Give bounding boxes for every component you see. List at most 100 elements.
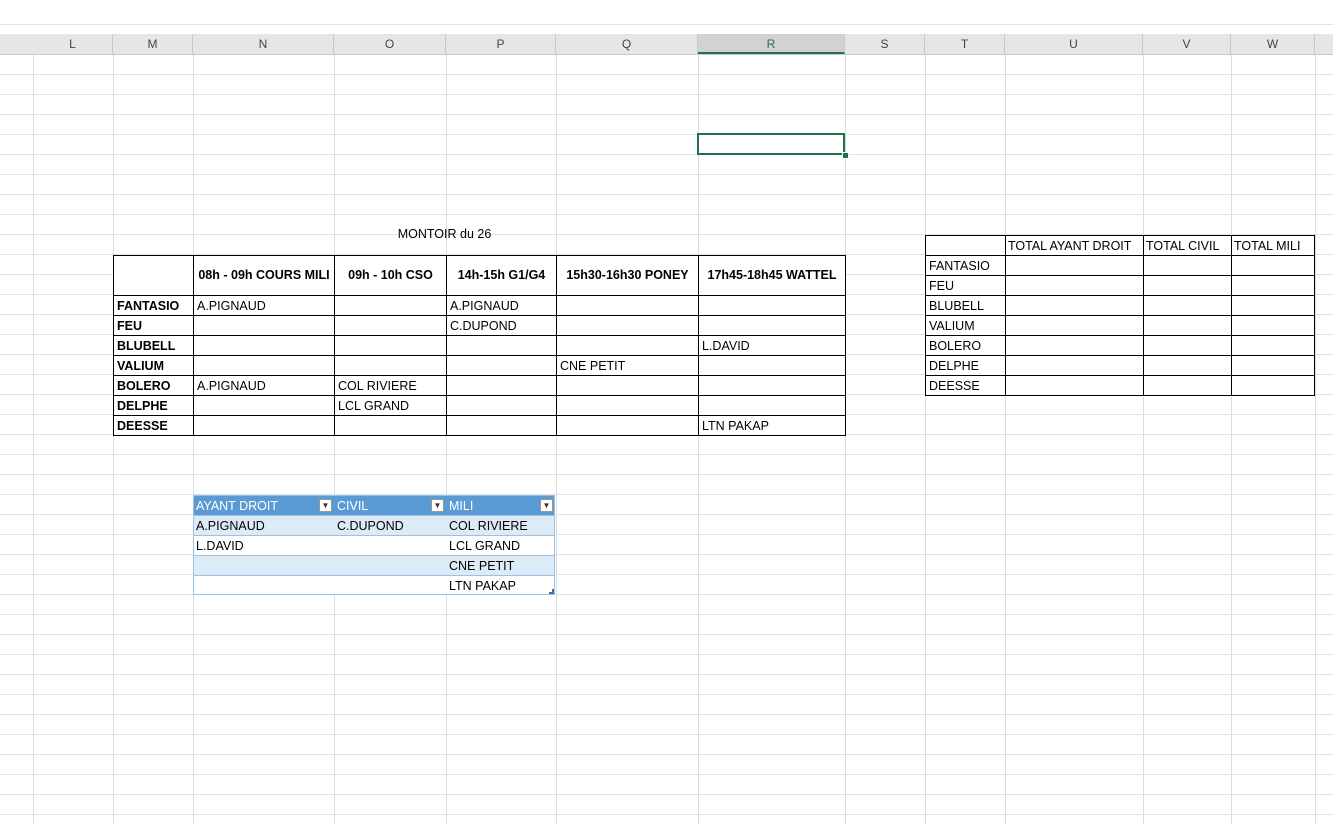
planning-corner-cell[interactable]	[113, 255, 194, 296]
category-table-header[interactable]: AYANT DROIT ▼	[193, 495, 334, 515]
filter-dropdown-icon[interactable]: ▼	[319, 499, 332, 512]
category-table-cell[interactable]: COL RIVIERE	[446, 515, 555, 535]
column-header-v[interactable]: V	[1143, 34, 1231, 54]
planning-cell[interactable]	[193, 355, 335, 376]
planning-header-cell[interactable]: 14h-15h G1/G4	[446, 255, 557, 296]
planning-cell[interactable]	[446, 335, 557, 356]
planning-cell[interactable]	[556, 395, 699, 416]
totals-horse-name[interactable]: FEU	[925, 275, 1006, 296]
category-table-cell[interactable]	[334, 555, 446, 575]
category-table-cell[interactable]	[334, 535, 446, 555]
planning-horse-name[interactable]: FANTASIO	[113, 295, 194, 316]
totals-value-cell[interactable]	[1143, 255, 1232, 276]
totals-value-cell[interactable]	[1231, 295, 1315, 316]
totals-value-cell[interactable]	[1143, 335, 1232, 356]
totals-horse-name[interactable]: BOLERO	[925, 335, 1006, 356]
planning-cell[interactable]	[334, 415, 447, 436]
totals-horse-name[interactable]: VALIUM	[925, 315, 1006, 336]
totals-horse-name[interactable]: BLUBELL	[925, 295, 1006, 316]
totals-value-cell[interactable]	[1231, 355, 1315, 376]
filter-dropdown-icon[interactable]: ▼	[431, 499, 444, 512]
category-table-cell[interactable]	[193, 555, 334, 575]
planning-cell[interactable]: L.DAVID	[698, 335, 846, 356]
column-header-t[interactable]: T	[925, 34, 1005, 54]
planning-cell[interactable]: LTN PAKAP	[698, 415, 846, 436]
planning-header-cell[interactable]: 17h45-18h45 WATTEL	[698, 255, 846, 296]
totals-header-cell[interactable]: TOTAL CIVIL	[1143, 235, 1232, 256]
category-table-cell[interactable]: L.DAVID	[193, 535, 334, 555]
column-header-p[interactable]: P	[446, 34, 556, 54]
column-header-m[interactable]: M	[113, 34, 193, 54]
planning-horse-name[interactable]: VALIUM	[113, 355, 194, 376]
totals-value-cell[interactable]	[1143, 295, 1232, 316]
planning-cell[interactable]: CNE PETIT	[556, 355, 699, 376]
totals-horse-name[interactable]: DELPHE	[925, 355, 1006, 376]
planning-cell[interactable]	[193, 315, 335, 336]
totals-value-cell[interactable]	[1005, 335, 1144, 356]
planning-cell[interactable]	[193, 395, 335, 416]
totals-value-cell[interactable]	[1231, 275, 1315, 296]
column-header-w[interactable]: W	[1231, 34, 1315, 54]
totals-header-cell[interactable]: TOTAL AYANT DROIT	[1005, 235, 1144, 256]
planning-header-cell[interactable]: 08h - 09h COURS MILI	[193, 255, 335, 296]
planning-cell[interactable]	[446, 415, 557, 436]
planning-cell[interactable]	[698, 395, 846, 416]
column-header-q[interactable]: Q	[556, 34, 698, 54]
planning-cell[interactable]	[334, 295, 447, 316]
planning-cell[interactable]: LCL GRAND	[334, 395, 447, 416]
planning-horse-name[interactable]: DEESSE	[113, 415, 194, 436]
totals-value-cell[interactable]	[1143, 375, 1232, 396]
planning-cell[interactable]: A.PIGNAUD	[446, 295, 557, 316]
category-table-cell[interactable]: A.PIGNAUD	[193, 515, 334, 535]
column-header-u[interactable]: U	[1005, 34, 1143, 54]
planning-horse-name[interactable]: DELPHE	[113, 395, 194, 416]
planning-cell[interactable]	[556, 415, 699, 436]
planning-cell[interactable]	[698, 315, 846, 336]
column-header-o[interactable]: O	[334, 34, 446, 54]
totals-value-cell[interactable]	[1005, 275, 1144, 296]
category-table-cell[interactable]: C.DUPOND	[334, 515, 446, 535]
planning-horse-name[interactable]: BOLERO	[113, 375, 194, 396]
category-table-cell[interactable]: LCL GRAND	[446, 535, 555, 555]
column-header-r[interactable]: R	[698, 34, 845, 54]
worksheet-grid[interactable]	[0, 55, 1333, 824]
column-header-l[interactable]: L	[33, 34, 113, 54]
planning-cell[interactable]	[334, 355, 447, 376]
planning-header-cell[interactable]: 15h30-16h30 PONEY	[556, 255, 699, 296]
planning-cell[interactable]	[446, 375, 557, 396]
column-header-s[interactable]: S	[845, 34, 925, 54]
planning-cell[interactable]: A.PIGNAUD	[193, 375, 335, 396]
planning-cell[interactable]	[698, 355, 846, 376]
table-resize-handle[interactable]	[549, 589, 554, 594]
planning-cell[interactable]: COL RIVIERE	[334, 375, 447, 396]
column-header-n[interactable]: N	[193, 34, 334, 54]
totals-value-cell[interactable]	[1231, 315, 1315, 336]
planning-cell[interactable]	[334, 315, 447, 336]
planning-cell[interactable]	[556, 315, 699, 336]
planning-cell[interactable]	[446, 395, 557, 416]
totals-value-cell[interactable]	[1231, 375, 1315, 396]
totals-value-cell[interactable]	[1005, 315, 1144, 336]
totals-value-cell[interactable]	[1231, 335, 1315, 356]
category-table-cell[interactable]: LTN PAKAP	[446, 575, 555, 595]
planning-cell[interactable]	[556, 295, 699, 316]
totals-header-cell[interactable]: TOTAL MILI	[1231, 235, 1315, 256]
planning-cell[interactable]	[556, 335, 699, 356]
totals-value-cell[interactable]	[1005, 295, 1144, 316]
planning-cell[interactable]	[193, 335, 335, 356]
totals-value-cell[interactable]	[1005, 255, 1144, 276]
planning-cell[interactable]: C.DUPOND	[446, 315, 557, 336]
planning-cell[interactable]	[334, 335, 447, 356]
active-cell-selection[interactable]	[697, 133, 845, 155]
planning-cell[interactable]	[698, 375, 846, 396]
totals-value-cell[interactable]	[1005, 355, 1144, 376]
filter-dropdown-icon[interactable]: ▼	[540, 499, 553, 512]
totals-corner-cell[interactable]	[925, 235, 1006, 256]
totals-value-cell[interactable]	[1005, 375, 1144, 396]
planning-cell[interactable]	[193, 415, 335, 436]
totals-value-cell[interactable]	[1143, 355, 1232, 376]
planning-header-cell[interactable]: 09h - 10h CSO	[334, 255, 447, 296]
planning-horse-name[interactable]: FEU	[113, 315, 194, 336]
planning-horse-name[interactable]: BLUBELL	[113, 335, 194, 356]
planning-cell[interactable]: A.PIGNAUD	[193, 295, 335, 316]
